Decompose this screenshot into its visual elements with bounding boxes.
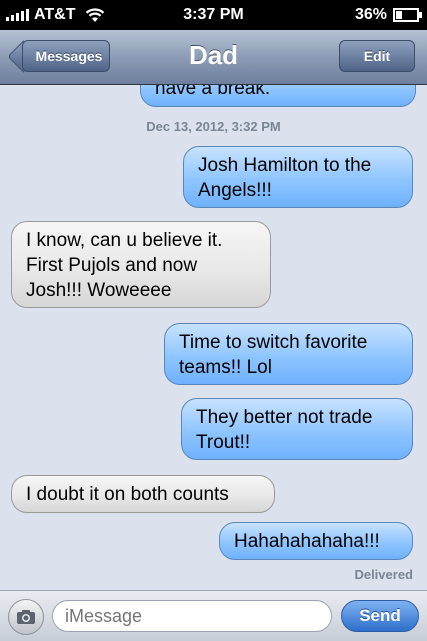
battery-percent: 36% bbox=[354, 6, 387, 23]
message-bubble-incoming: I doubt it on both counts bbox=[11, 475, 275, 513]
message-text: Josh Hamilton to the Angels!!! bbox=[198, 155, 372, 201]
delivered-status: Delivered bbox=[354, 567, 413, 582]
message-text: Time to switch favorite teams!! Lol bbox=[179, 332, 368, 378]
message-timestamp: Dec 13, 2012, 3:32 PM bbox=[146, 119, 281, 134]
message-text: They better not trade Trout!! bbox=[196, 407, 373, 453]
message-bubble-outgoing: Hahahahahaha!!! bbox=[219, 522, 413, 560]
imessage-input[interactable] bbox=[52, 600, 332, 632]
message-text: I know, can u believe it. First Pujols a… bbox=[26, 230, 223, 301]
message-bubble-outgoing: Time to switch favorite teams!! Lol bbox=[164, 323, 413, 385]
message-text: have a break. bbox=[155, 85, 271, 99]
battery-icon bbox=[393, 8, 422, 22]
send-button[interactable]: Send bbox=[341, 600, 419, 632]
message-bubble-incoming: I know, can u believe it. First Pujols a… bbox=[11, 221, 271, 308]
edit-button[interactable]: Edit bbox=[339, 40, 415, 72]
nav-bar: Messages Dad Edit bbox=[0, 30, 427, 85]
message-bubble-outgoing: Josh Hamilton to the Angels!!! bbox=[183, 146, 413, 208]
message-text: I doubt it on both counts bbox=[26, 484, 229, 505]
message-bubble-outgoing: They better not trade Trout!! bbox=[181, 398, 413, 460]
message-thread[interactable]: have a break. Dec 13, 2012, 3:32 PM Josh… bbox=[0, 85, 427, 590]
camera-button[interactable] bbox=[8, 599, 44, 635]
message-text: Hahahahahaha!!! bbox=[234, 531, 380, 552]
status-bar: AT&T 3:37 PM 36% bbox=[0, 0, 427, 30]
messages-back-button[interactable]: Messages bbox=[22, 40, 110, 72]
battery-group: 36% bbox=[354, 6, 422, 24]
camera-icon bbox=[17, 610, 35, 624]
compose-bar: Send bbox=[0, 590, 427, 641]
message-bubble-partial: have a break. bbox=[140, 85, 416, 107]
